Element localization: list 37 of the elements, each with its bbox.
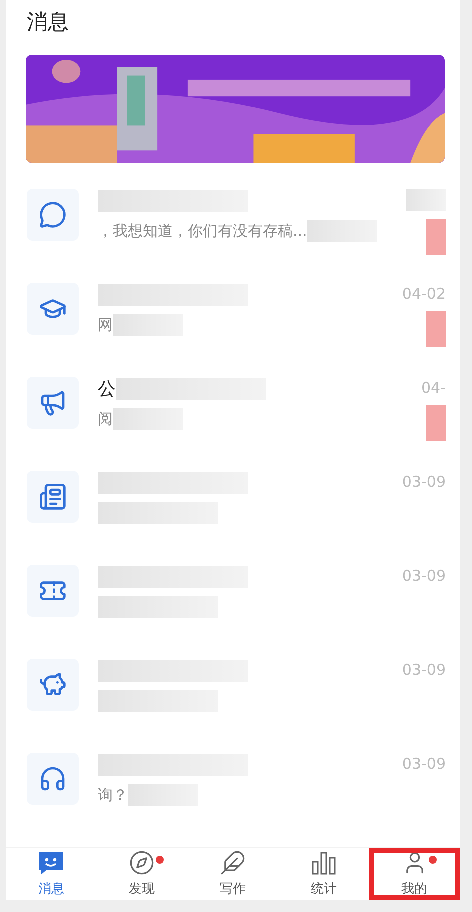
redaction-blur — [128, 784, 198, 806]
tab-label: 消息 — [38, 881, 64, 898]
compass-icon — [129, 850, 156, 876]
nav-tab[interactable]: 发现 — [96, 848, 188, 900]
nav-tab[interactable]: 消息 — [6, 848, 97, 900]
message-date: 03-09 — [402, 661, 446, 680]
nav-tab[interactable]: 统计 — [278, 848, 370, 900]
headset-icon — [39, 765, 67, 794]
redaction-blur — [113, 408, 183, 430]
message-preview: 询？ — [98, 786, 128, 805]
message-date: 03-09 — [402, 473, 446, 492]
tab-label: 写作 — [220, 881, 246, 898]
redaction-blur — [113, 314, 183, 336]
message-date: 04- — [422, 379, 446, 398]
message-date: 04-02 — [402, 285, 446, 304]
message-preview: ，我想知道，你们有没有存稿... — [98, 222, 308, 241]
redaction-blur — [307, 220, 378, 242]
chat-bubble-icon — [39, 201, 67, 230]
tab-label: 我的 — [402, 881, 428, 898]
bar-chart-icon — [310, 850, 337, 876]
redaction-blur — [426, 311, 446, 348]
redaction-blur — [406, 189, 446, 212]
tab-label: 统计 — [310, 881, 337, 898]
message-title: 公 — [98, 378, 116, 402]
nav-tab[interactable]: 我的 — [369, 848, 460, 900]
megaphone-icon — [39, 389, 67, 418]
redaction-blur — [426, 219, 446, 256]
page-title: 消息 — [26, 9, 70, 36]
message-preview: 网 — [98, 316, 113, 335]
message-preview: 阅 — [98, 410, 113, 429]
message-date: 03-09 — [402, 755, 446, 774]
feather-icon — [220, 850, 246, 876]
tab-label: 发现 — [129, 881, 156, 898]
nav-tab[interactable]: 写作 — [188, 848, 278, 900]
message-date: 03-09 — [402, 567, 446, 586]
redaction-blur — [426, 405, 446, 442]
newspaper-icon — [39, 483, 67, 512]
